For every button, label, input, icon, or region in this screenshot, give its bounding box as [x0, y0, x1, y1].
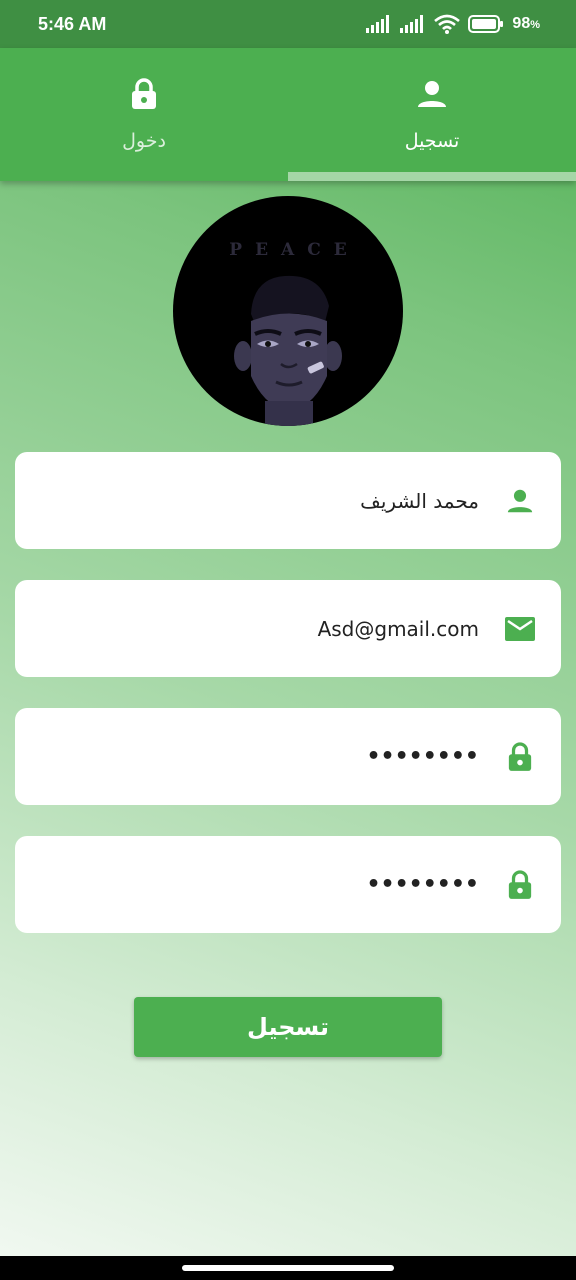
tab-login-label: دخول: [122, 130, 166, 152]
home-handle[interactable]: [182, 1265, 394, 1271]
signal-icon: [400, 15, 424, 33]
battery-percent: 98%: [512, 15, 540, 32]
battery-icon: [468, 15, 504, 33]
lock-icon: [505, 741, 535, 772]
tab-register[interactable]: تسجيل: [288, 48, 576, 181]
tab-bar: دخول تسجيل: [0, 48, 576, 181]
name-field[interactable]: محمد الشريف: [15, 452, 561, 549]
register-button[interactable]: تسجيل: [134, 997, 442, 1057]
system-nav-bar: [0, 1256, 576, 1280]
confirm-password-field[interactable]: ••••••••: [15, 836, 561, 933]
email-input[interactable]: Asd@gmail.com: [318, 617, 479, 641]
lock-icon: [505, 869, 535, 900]
wifi-icon: [434, 14, 461, 34]
tab-indicator: [288, 172, 576, 181]
person-icon: [416, 76, 448, 112]
tab-register-label: تسجيل: [404, 130, 460, 152]
status-time: 5:46 AM: [38, 13, 107, 34]
person-icon: [505, 486, 535, 516]
password-field[interactable]: ••••••••: [15, 708, 561, 805]
email-field[interactable]: Asd@gmail.com: [15, 580, 561, 677]
status-icons: 98%: [366, 14, 540, 34]
email-icon: [505, 614, 535, 644]
signal-icon: [366, 15, 390, 33]
lock-icon: [128, 76, 160, 112]
status-bar: 5:46 AM 98%: [0, 0, 576, 48]
password-input[interactable]: ••••••••: [367, 744, 480, 769]
avatar-illustration: [234, 275, 342, 426]
confirm-password-input[interactable]: ••••••••: [367, 872, 480, 897]
avatar[interactable]: PEACE: [173, 196, 403, 426]
tab-login[interactable]: دخول: [0, 48, 288, 181]
name-input[interactable]: محمد الشريف: [360, 489, 479, 513]
